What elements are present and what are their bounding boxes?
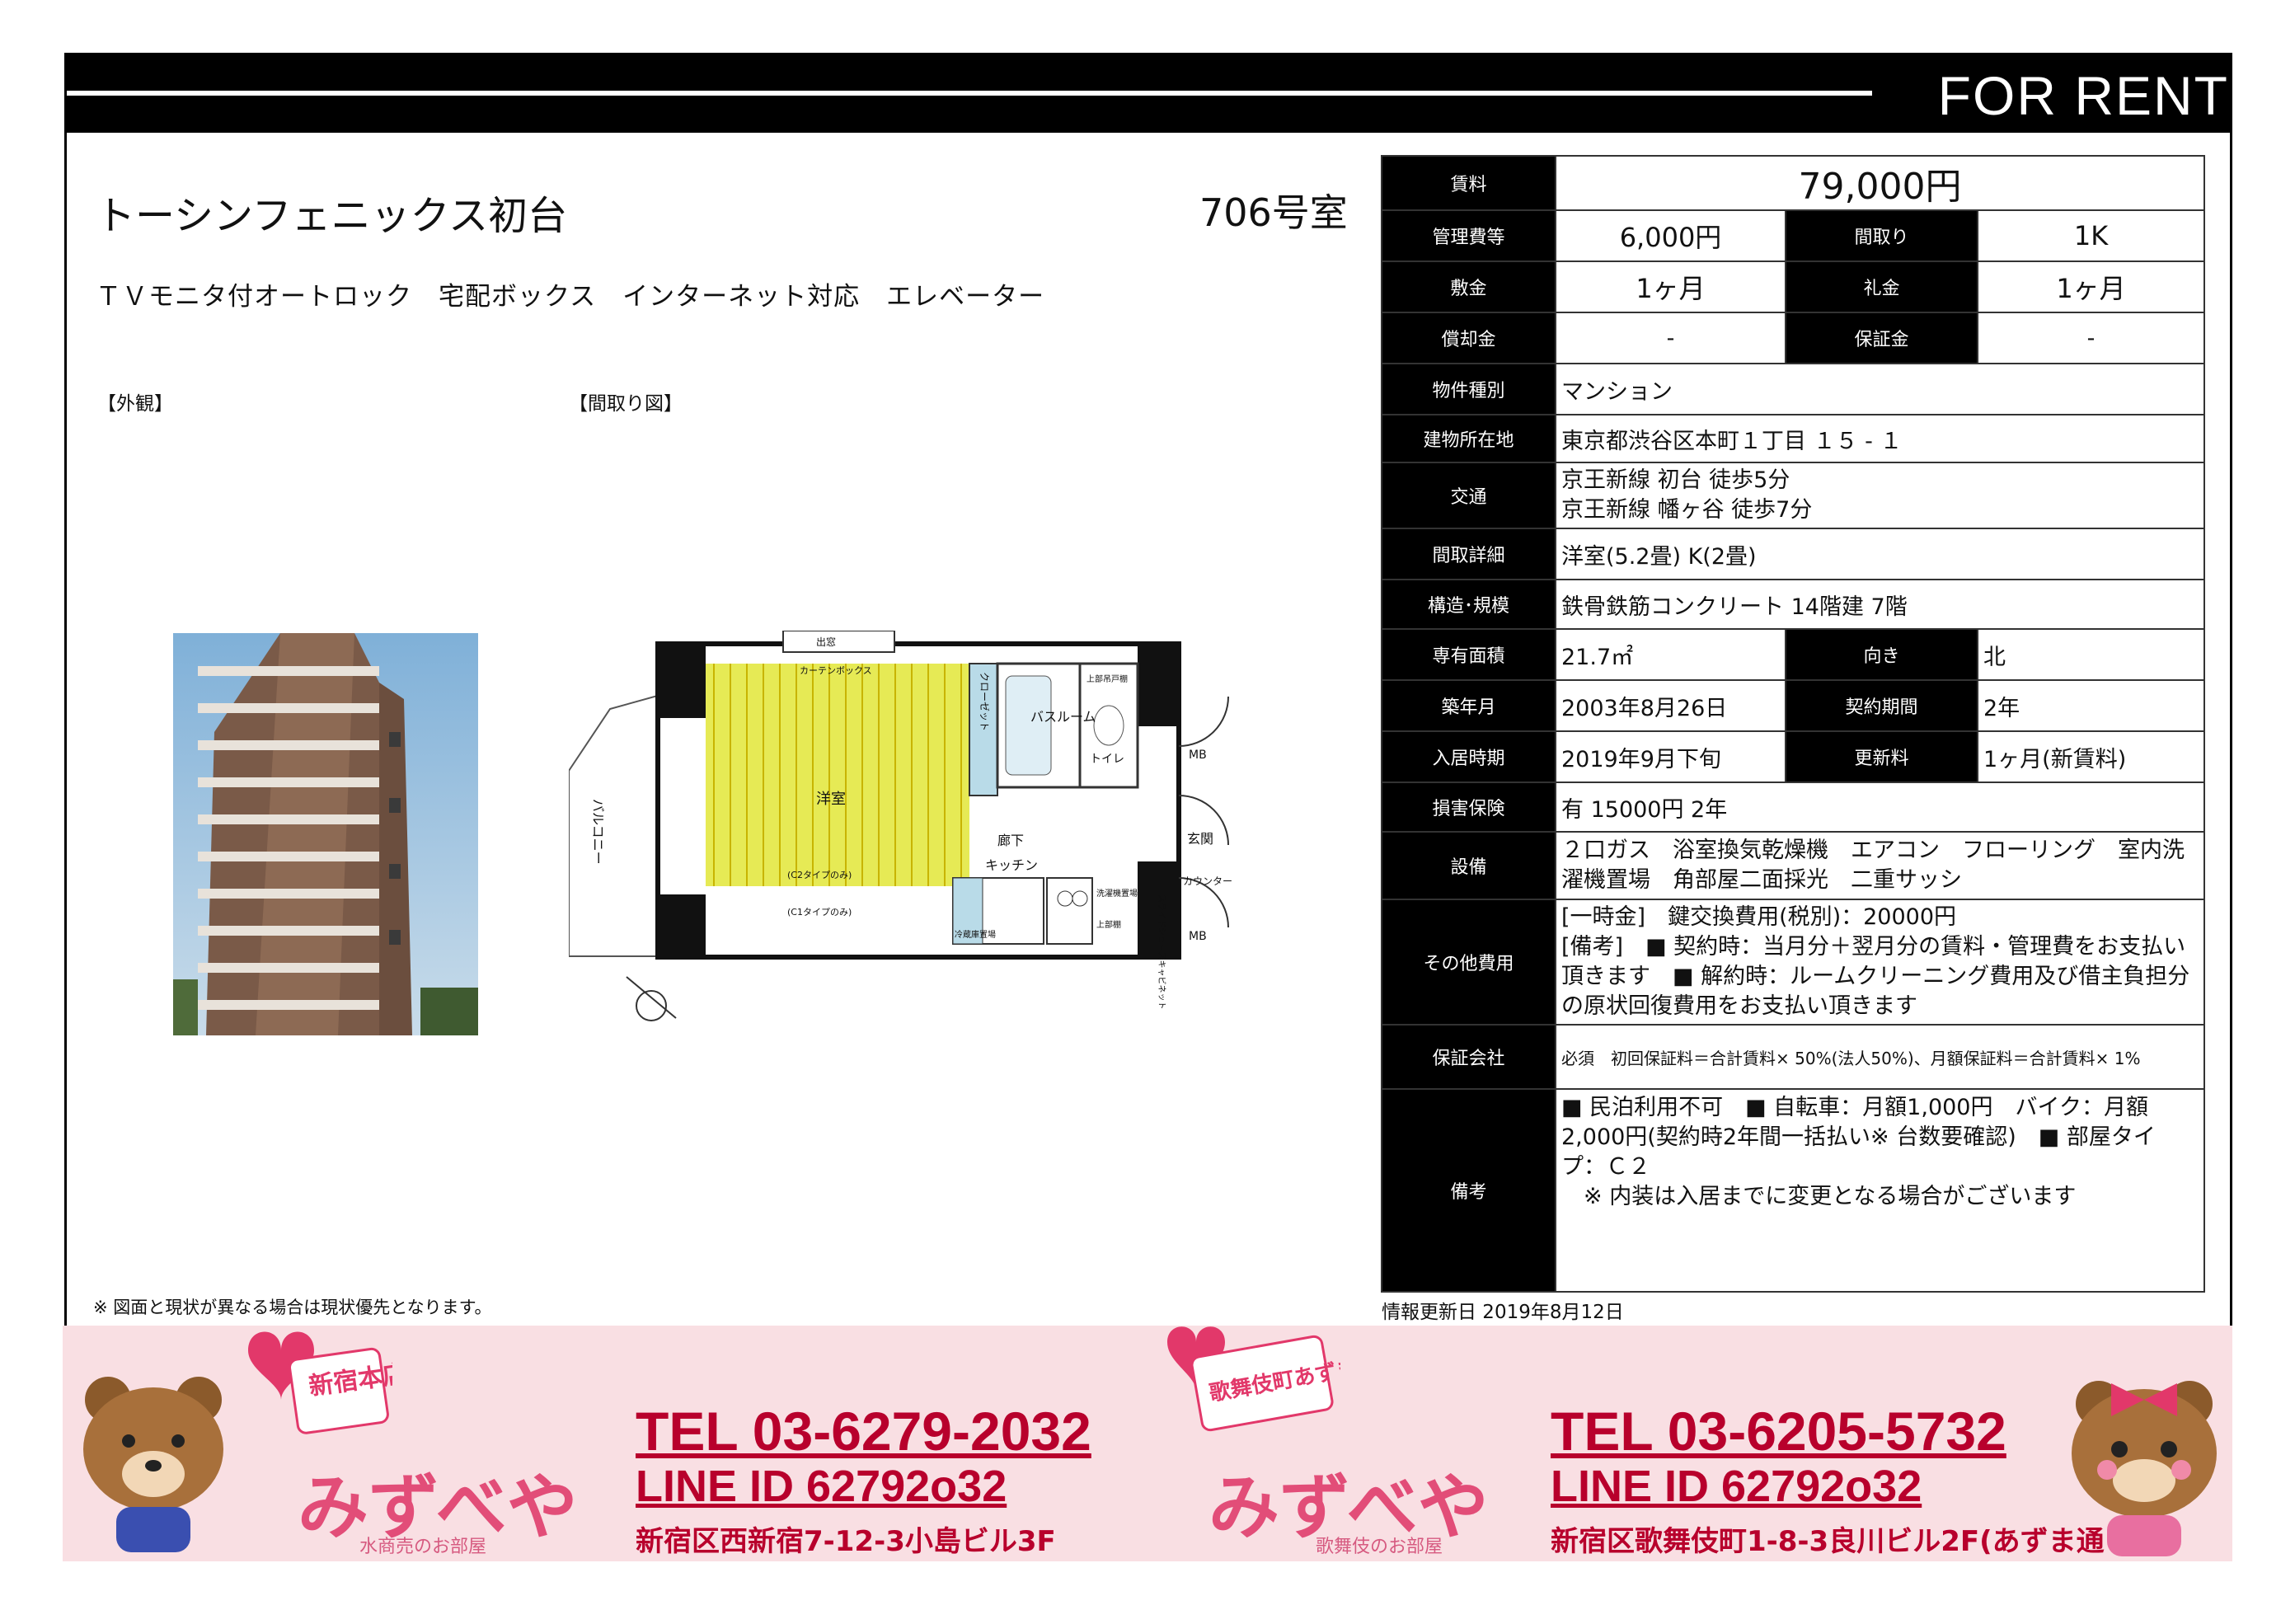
rent-label: 賃料 [1381,155,1556,211]
deposit-value: 1ヶ月 [1555,260,1786,313]
address-label: 建物所在地 [1381,414,1556,463]
fp-bath: バスルーム [1030,709,1096,725]
fp-youshitsu: 洋室 [816,791,846,808]
structure-value: 鉄骨鉄筋コンクリート 14階建 7階 [1555,579,2205,630]
floorplan-drawing: 洋室 廊下 キッチン バスルーム トイレ 玄関 カウンター MB MB 出窓 カ… [568,630,1319,1026]
layout-detail-value: 洋室(5.2畳) K(2畳) [1555,528,2205,580]
fp-c2: (C2タイプのみ) [787,870,852,880]
equip-value: ２口ガス 浴室換気乾燥機 エアコン フローリング 室内洗濯機置場 角部屋二面採光… [1555,831,2205,900]
address-right: 新宿区歌舞伎町1-8-3良川ビル2F(あずま通り) [1551,1525,2146,1558]
footnote: ※ 図面と現状が異なる場合は現状優先となります。 [93,1298,492,1317]
heart-badge-left: 新宿本店 [248,1331,392,1434]
type-label: 物件種別 [1381,363,1556,415]
keymoney-value: 1ヶ月 [1977,260,2205,313]
bear-mascot-left [83,1377,223,1552]
layout-label: 間取り [1785,209,1978,262]
movein-value: 2019年9月下旬 [1555,730,1786,783]
other-value: [一時金] 鍵交換費用(税別)：20000円 [備考] ■ 契約時：当月分＋翌月… [1555,899,2205,1026]
fp-washer: 洗濯機置場 [1096,888,1138,899]
fp-window: 出窓 [816,636,836,648]
fp-balcony: バルコニー [590,799,606,865]
line-id-right: LINE ID 62792o32 [1551,1462,1922,1511]
spec-table: 賃料 79,000円 管理費等 6,000円 間取り 1K 敷金 1ヶ月 礼金 … [1381,155,2205,1293]
remarks-value: ■ 民泊利用不可 ■ 自転車：月額1,000円 バイク：月額2,000円(契約時… [1555,1088,2205,1293]
tel-left: TEL 03-6279-2032 [636,1401,1091,1462]
tel-right: TEL 03-6205-5732 [1551,1401,2006,1462]
floorplan-label: 【間取り図】 [569,393,683,415]
equip-label: 設備 [1381,831,1556,900]
movein-label: 入居時期 [1381,730,1556,783]
fp-toilet: トイレ [1090,753,1124,766]
other-label: その他費用 [1381,899,1556,1026]
fp-kitchen: キッチン [985,857,1038,873]
insurance-label: 損害保険 [1381,781,1556,833]
fp-mb-1: MB [1189,749,1207,762]
deposit-label: 敷金 [1381,260,1556,313]
transit-label: 交通 [1381,462,1556,529]
built-label: 築年月 [1381,679,1556,732]
heart-badge-right: 歌舞伎町あずま通店 [1167,1326,1340,1432]
fp-mb-2: MB [1189,930,1207,943]
fp-corridor: 廊下 [997,833,1024,848]
layout-value: 1K [1977,209,2205,262]
remarks-label: 備考 [1381,1088,1556,1293]
bear-mascot-right [2072,1381,2217,1556]
amort-label: 償却金 [1381,312,1556,364]
header-stripe [67,91,1872,96]
contract-value: 2年 [1977,679,2205,732]
direction-label: 向き [1785,628,1978,681]
fp-entrance: 玄関 [1187,831,1213,847]
layout-detail-label: 間取詳細 [1381,528,1556,580]
keymoney-label: 礼金 [1785,260,1978,313]
transit-line-2: 京王新線 幡ヶ谷 徒歩7分 [1561,497,1813,523]
fp-curtain-box: カーテンボックス [800,665,872,676]
page-title: FOR RENT [1937,65,2229,126]
building-name: トーシンフェニックス初台 [96,193,568,239]
address-left: 新宿区西新宿7-12-3小島ビル3F [636,1525,1056,1558]
fp-closet: クローゼット [979,672,990,731]
type-value: マンション [1555,363,2205,415]
rent-value: 79,000円 [1555,155,2205,211]
insurance-value: 有 15000円 2年 [1555,781,2205,833]
structure-label: 構造･規模 [1381,579,1556,630]
exterior-photo [173,633,478,1035]
fp-upper-shelf: 上部棚 [1096,919,1121,930]
guarantor-label: 保証会社 [1381,1024,1556,1090]
contract-label: 契約期間 [1785,679,1978,732]
fp-counter: カウンター [1183,875,1232,887]
transit-line-1: 京王新線 初台 徒歩5分 [1561,467,1790,493]
fp-c1: (C1タイプのみ) [787,907,852,918]
agency-banner: 新宿本店 みずべや 水商売のお部屋 TEL 03-6279-2032 LINE … [63,1326,2232,1561]
brand-sub-right: 歌舞伎のお部屋 [1316,1537,1443,1557]
renewal-value: 1ヶ月(新賃料) [1977,730,2205,783]
line-id-left: LINE ID 62792o32 [636,1462,1007,1511]
amort-value: - [1555,312,1786,364]
area-value: 21.7㎡ [1555,628,1786,681]
room-number: 706号室 [1199,190,1348,235]
guarantor-value: 必須 初回保証料＝合計賃料× 50%(法人50%)、月額保証料＝合計賃料× 1% [1555,1024,2205,1090]
guarantee-value: - [1977,312,2205,364]
address-value: 東京都渋谷区本町１丁目 １５ - １ [1555,414,2205,463]
fp-fridge: 冷蔵庫置場 [955,929,996,940]
feature-list: ＴＶモニタ付オートロック 宅配ボックス インターネット対応 エレベーター [96,282,1045,312]
transit-value: 京王新線 初台 徒歩5分 京王新線 幡ヶ谷 徒歩7分 [1555,462,2205,529]
mgmt-label: 管理費等 [1381,209,1556,262]
built-value: 2003年8月26日 [1555,679,1786,732]
exterior-label: 【外観】 [97,393,173,415]
direction-value: 北 [1977,628,2205,681]
renewal-label: 更新料 [1785,730,1978,783]
fp-shoebox: スライドシューズキャビネット [1157,894,1167,1010]
fp-upper-cabinet: 上部吊戸棚 [1086,674,1128,684]
guarantee-label: 保証金 [1785,312,1978,364]
brand-sub-left: 水商売のお部屋 [359,1537,487,1557]
area-label: 専有面積 [1381,628,1556,681]
updated-date: 情報更新日 2019年8月12日 [1382,1302,1624,1323]
mgmt-value: 6,000円 [1555,209,1786,262]
